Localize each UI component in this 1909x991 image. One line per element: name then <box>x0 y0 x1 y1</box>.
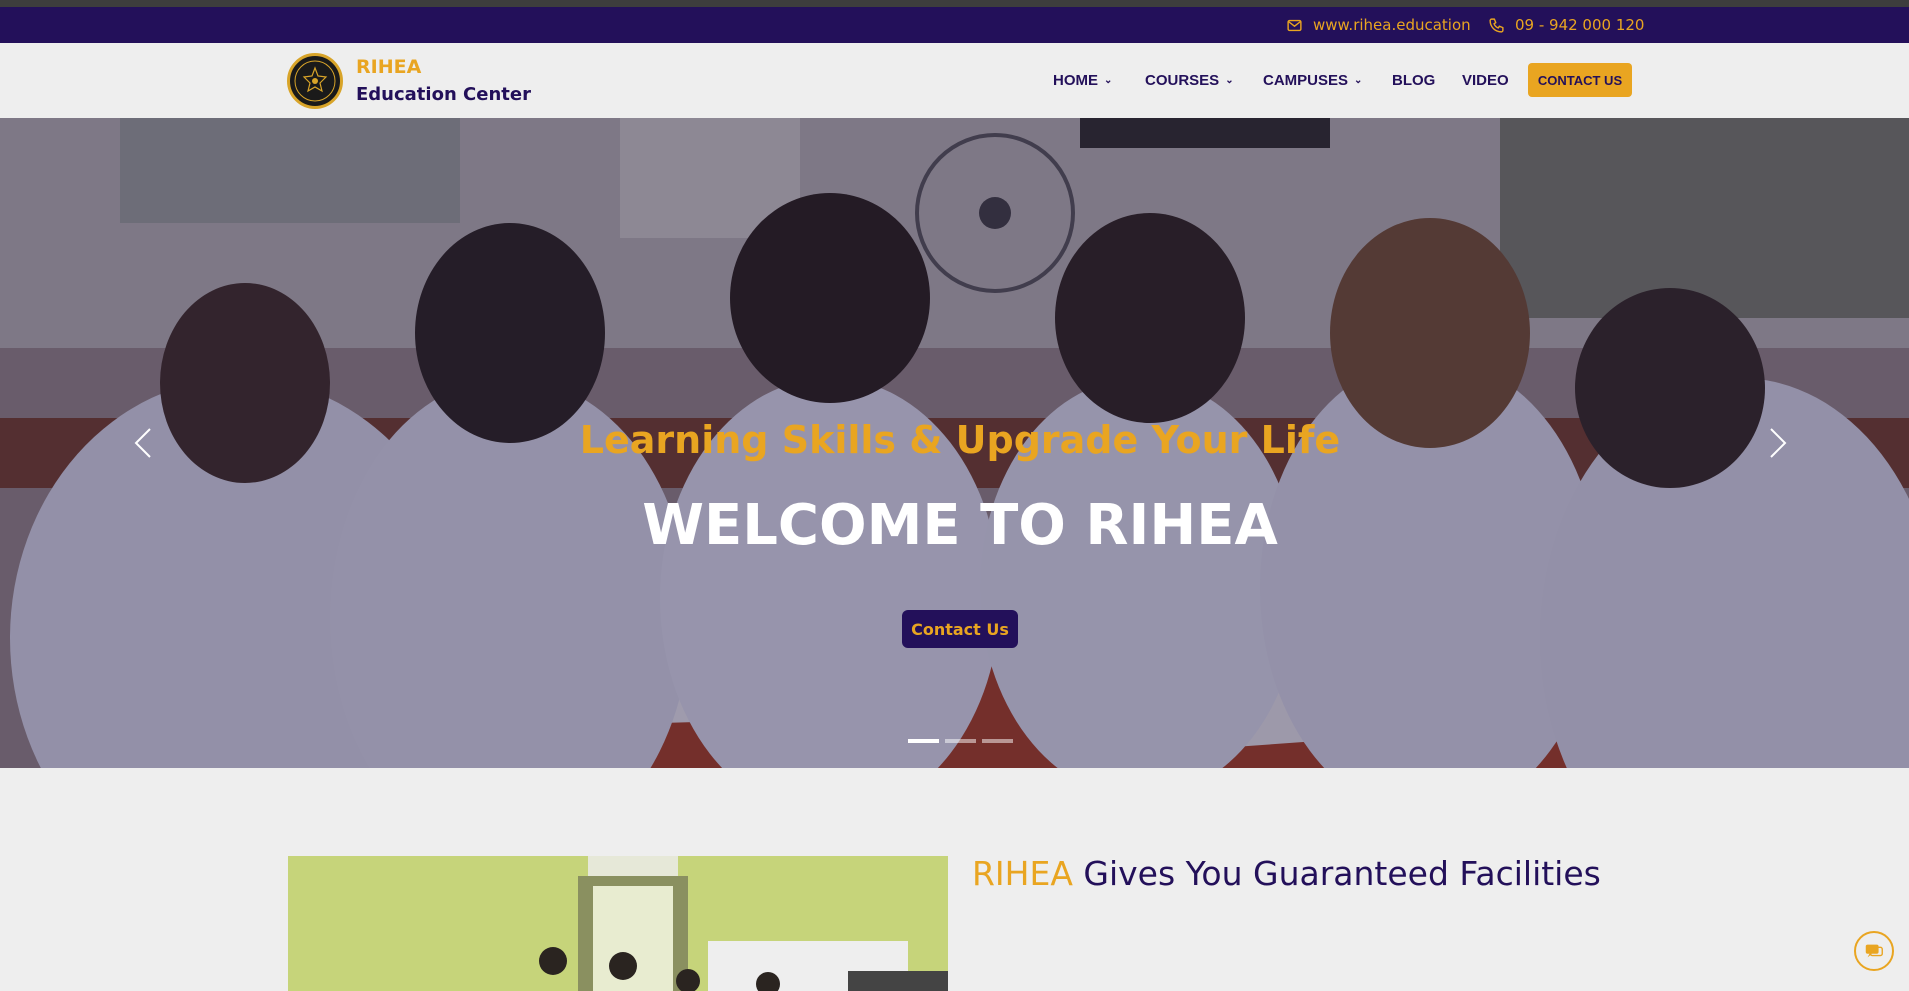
facilities-heading-accent: RIHEA <box>972 854 1073 893</box>
nav-courses-label: COURSES <box>1145 72 1220 89</box>
nav-campuses-label: CAMPUSES <box>1263 72 1349 89</box>
nav-video-label: VIDEO <box>1462 72 1509 89</box>
slide-indicator[interactable] <box>908 739 939 743</box>
logo-emblem-icon <box>294 60 336 102</box>
phone-icon <box>1489 17 1504 33</box>
chevron-down-icon: ⌄ <box>1354 75 1363 86</box>
slide-indicator[interactable] <box>945 739 976 743</box>
phone-text: 09 - 942 000 120 <box>1515 16 1645 34</box>
contact-info-bar: www.rihea.education 09 - 942 000 120 <box>0 7 1909 43</box>
top-strip <box>0 0 1909 7</box>
classroom-photo <box>288 856 948 991</box>
site-header: RIHEA Education Center HOME ⌄ COURSES ⌄ … <box>0 43 1909 118</box>
chat-widget-button[interactable] <box>1854 931 1894 971</box>
chevron-down-icon: ⌄ <box>1225 75 1234 86</box>
facilities-heading-rest: Gives You Guaranteed Facilities <box>1072 854 1601 893</box>
slide-indicator[interactable] <box>982 739 1013 743</box>
chevron-down-icon: ⌄ <box>1104 75 1113 86</box>
facilities-photo <box>288 856 948 991</box>
phone-link[interactable]: 09 - 942 000 120 <box>1488 7 1644 43</box>
website-link[interactable]: www.rihea.education <box>1286 7 1471 43</box>
hero-title: WELCOME TO RIHEA <box>642 493 1278 558</box>
logo[interactable] <box>287 53 343 109</box>
contact-us-button[interactable]: CONTACT US <box>1528 63 1632 97</box>
nav-home-label: HOME <box>1053 72 1098 89</box>
nav-home[interactable]: HOME ⌄ <box>1053 43 1112 118</box>
nav-video[interactable]: VIDEO <box>1462 43 1509 118</box>
nav-campuses[interactable]: CAMPUSES ⌄ <box>1263 43 1362 118</box>
brand-name: RIHEA <box>356 56 422 78</box>
chat-icon <box>1865 944 1883 958</box>
brand[interactable]: RIHEA Education Center <box>356 53 531 109</box>
nav-blog-label: BLOG <box>1392 72 1436 89</box>
nav-blog[interactable]: BLOG <box>1392 43 1435 118</box>
facilities-heading: RIHEA Gives You Guaranteed Facilities <box>972 854 1601 893</box>
brand-subtitle: Education Center <box>356 84 531 105</box>
hero-tagline: Learning Skills & Upgrade Your Life <box>579 418 1341 462</box>
hero-slider: Learning Skills & Upgrade Your Life WELC… <box>0 118 1909 768</box>
hero-contact-button[interactable]: Contact Us <box>902 610 1018 648</box>
envelope-icon <box>1287 19 1302 31</box>
slide-indicators <box>908 739 1013 743</box>
website-text: www.rihea.education <box>1313 16 1471 34</box>
nav-courses[interactable]: COURSES ⌄ <box>1145 43 1234 118</box>
